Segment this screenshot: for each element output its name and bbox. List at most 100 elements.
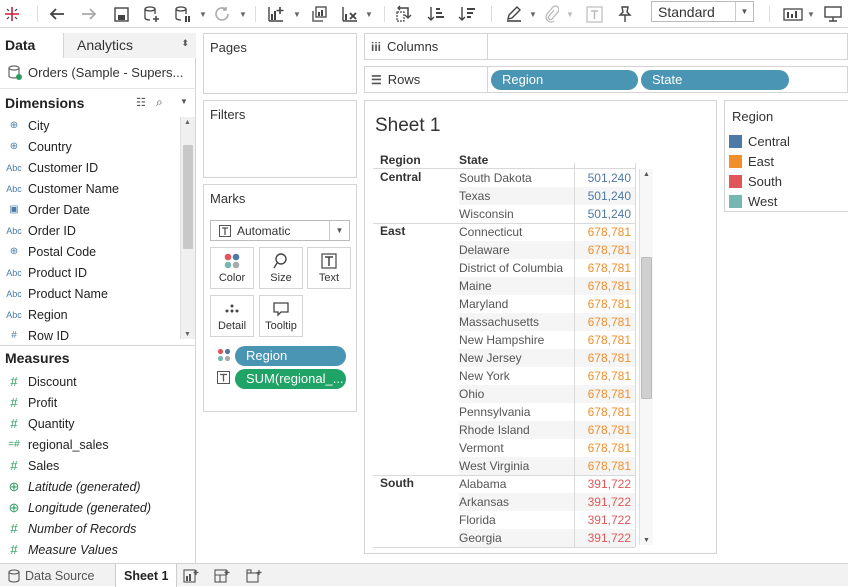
value-cell[interactable]: 391,722 [574, 495, 631, 509]
presentation-mode-icon[interactable] [822, 4, 844, 24]
view-dropdown-icon[interactable]: ▼ [806, 4, 816, 24]
value-cell[interactable]: 678,781 [574, 459, 631, 473]
rows-pill-region[interactable]: Region [491, 70, 638, 90]
swap-rows-columns-icon[interactable] [393, 4, 415, 24]
redo-icon[interactable] [78, 4, 100, 24]
tableau-logo-icon[interactable] [2, 4, 22, 24]
measure-sales[interactable]: # Sales [0, 455, 180, 476]
dimension-postal-code[interactable]: ⊕ Postal Code [0, 241, 180, 262]
sort-ascending-icon[interactable] [425, 4, 447, 24]
tab-data-source[interactable]: Data Source [0, 564, 102, 587]
duplicate-sheet-icon[interactable] [308, 4, 330, 24]
new-worksheet-tab-icon[interactable] [175, 564, 207, 587]
state-cell[interactable]: Rhode Island [459, 423, 530, 437]
new-datasource-icon[interactable] [141, 4, 163, 24]
value-cell[interactable]: 678,781 [574, 333, 631, 347]
dimension-customer-name[interactable]: Abc Customer Name [0, 178, 180, 199]
marks-pill-region[interactable]: Region [235, 346, 346, 366]
state-cell[interactable]: Georgia [459, 531, 502, 545]
state-cell[interactable]: Texas [459, 189, 490, 203]
state-cell[interactable]: New Hampshire [459, 333, 544, 347]
state-cell[interactable]: New York [459, 369, 510, 383]
scroll-down-icon[interactable]: ▼ [643, 537, 650, 544]
marks-pill-sum-regional[interactable]: SUM(regional_... [235, 369, 346, 389]
measure-longitude-generated[interactable]: ⊕ Longitude (generated) [0, 497, 180, 518]
value-cell[interactable]: 501,240 [574, 207, 631, 221]
dimension-country[interactable]: ⊕ Country [0, 136, 180, 157]
dimension-customer-id[interactable]: Abc Customer ID [0, 157, 180, 178]
mark-type-select[interactable]: Automatic ▼ [210, 220, 350, 241]
scroll-up-icon[interactable]: ▲ [643, 171, 650, 178]
color-button[interactable]: Color [210, 247, 254, 289]
scroll-down-icon[interactable]: ▼ [184, 331, 191, 338]
fit-select[interactable]: Standard ▼ [651, 1, 754, 22]
state-cell[interactable]: Maine [459, 279, 492, 293]
state-cell[interactable]: Pennsylvania [459, 405, 530, 419]
new-story-tab-icon[interactable] [238, 564, 270, 587]
state-cell[interactable]: Maryland [459, 297, 508, 311]
measure-profit[interactable]: # Profit [0, 392, 180, 413]
view-scroll-thumb[interactable] [641, 257, 652, 399]
state-cell[interactable]: Florida [459, 513, 496, 527]
show-labels-icon[interactable] [781, 4, 805, 24]
state-cell[interactable]: West Virginia [459, 459, 529, 473]
new-worksheet-dropdown-icon[interactable]: ▼ [292, 4, 302, 24]
refresh-dropdown-icon[interactable]: ▼ [238, 4, 248, 24]
legend-item-east[interactable]: East [729, 154, 774, 169]
value-cell[interactable]: 501,240 [574, 189, 631, 203]
size-button[interactable]: Size [259, 247, 303, 289]
region-row-header[interactable]: South [380, 476, 414, 490]
value-cell[interactable]: 391,722 [574, 531, 631, 545]
measure-number-of-records[interactable]: # Number of Records [0, 518, 180, 539]
state-cell[interactable]: Connecticut [459, 225, 522, 239]
value-cell[interactable]: 678,781 [574, 441, 631, 455]
state-cell[interactable]: Vermont [459, 441, 504, 455]
value-cell[interactable]: 678,781 [574, 405, 631, 419]
group-dropdown-icon[interactable]: ▼ [565, 4, 575, 24]
state-cell[interactable]: Wisconsin [459, 207, 514, 221]
value-cell[interactable]: 678,781 [574, 423, 631, 437]
highlight-icon[interactable] [503, 4, 525, 24]
view-as-list-icon[interactable]: ☷ [136, 96, 146, 109]
value-cell[interactable]: 678,781 [574, 279, 631, 293]
measure-quantity[interactable]: # Quantity [0, 413, 180, 434]
state-cell[interactable]: New Jersey [459, 351, 522, 365]
filters-card[interactable]: Filters [203, 100, 357, 178]
value-cell[interactable]: 678,781 [574, 261, 631, 275]
dimension-row-id[interactable]: # Row ID [0, 325, 180, 346]
state-cell[interactable]: District of Columbia [459, 261, 563, 275]
value-cell[interactable]: 678,781 [574, 297, 631, 311]
group-members-icon[interactable] [540, 4, 562, 24]
dimension-city[interactable]: ⊕ City [0, 115, 180, 136]
measure-measure-values[interactable]: # Measure Values [0, 539, 180, 560]
region-row-header[interactable]: Central [380, 170, 421, 184]
measure-regional-sales[interactable]: =# regional_sales [0, 434, 180, 455]
show-mark-labels-icon[interactable] [583, 4, 605, 24]
tab-sheet-1[interactable]: Sheet 1 [115, 564, 178, 587]
text-button[interactable]: Text [307, 247, 351, 289]
value-cell[interactable]: 678,781 [574, 387, 631, 401]
refresh-icon[interactable] [211, 4, 233, 24]
value-cell[interactable]: 678,781 [574, 351, 631, 365]
pause-updates-icon[interactable] [172, 4, 194, 24]
new-dashboard-tab-icon[interactable] [206, 564, 238, 587]
value-cell[interactable]: 678,781 [574, 225, 631, 239]
dimension-order-id[interactable]: Abc Order ID [0, 220, 180, 241]
state-cell[interactable]: Delaware [459, 243, 510, 257]
value-cell[interactable]: 678,781 [574, 243, 631, 257]
legend-item-south[interactable]: South [729, 174, 782, 189]
search-icon[interactable]: ⌕ [156, 95, 163, 110]
highlight-dropdown-icon[interactable]: ▼ [528, 4, 538, 24]
new-worksheet-icon[interactable] [265, 4, 287, 24]
measure-latitude-generated[interactable]: ⊕ Latitude (generated) [0, 476, 180, 497]
clear-dropdown-icon[interactable]: ▼ [364, 4, 374, 24]
undo-icon[interactable] [46, 4, 68, 24]
state-cell[interactable]: Alabama [459, 477, 506, 491]
tooltip-button[interactable]: Tooltip [259, 295, 303, 337]
dimensions-scrollbar[interactable]: ▲ ▼ [180, 117, 195, 339]
detail-button[interactable]: Detail [210, 295, 254, 337]
dimensions-scroll-thumb[interactable] [183, 145, 193, 249]
datasource-item[interactable]: Orders (Sample - Supers... [8, 65, 183, 80]
value-cell[interactable]: 391,722 [574, 477, 631, 491]
dimension-product-name[interactable]: Abc Product Name [0, 283, 180, 304]
